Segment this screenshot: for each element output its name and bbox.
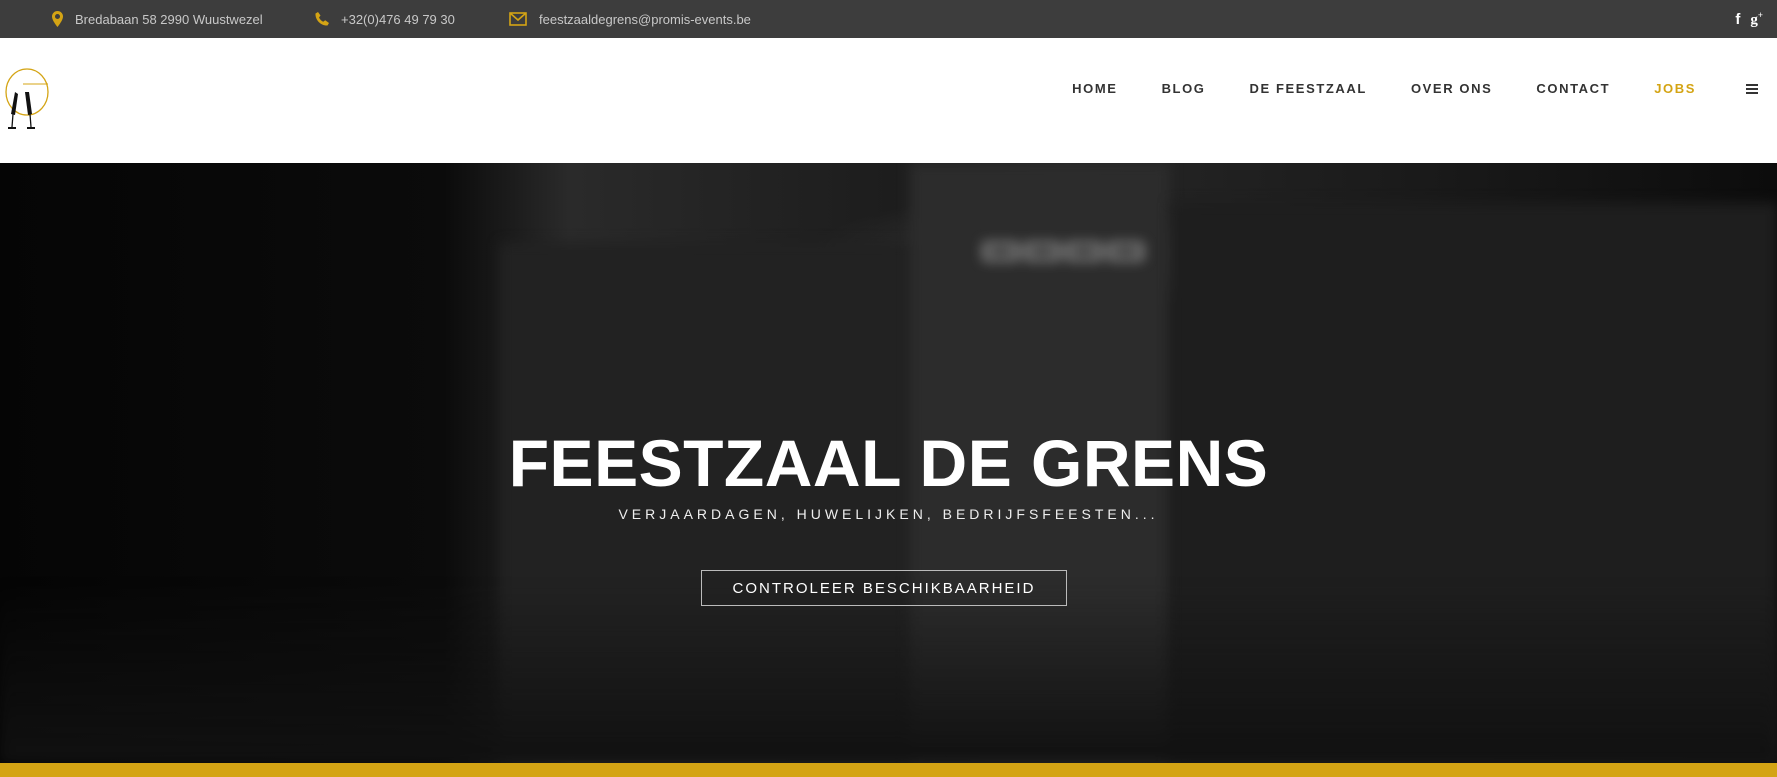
facebook-icon[interactable]: f [1735, 11, 1740, 28]
accent-bar [0, 763, 1777, 777]
hero-banner: ▭▭▭▭ FEESTZAAL DE GRENS VERJAARDAGEN, HU… [0, 163, 1777, 763]
menu-icon[interactable] [1746, 84, 1758, 94]
address: Bredabaan 58 2990 Wuustwezel [52, 0, 263, 38]
phone[interactable]: +32(0)476 49 79 30 [315, 0, 455, 38]
nav-jobs[interactable]: JOBS [1654, 81, 1696, 96]
logo[interactable] [3, 68, 49, 132]
email-text[interactable]: feestzaaldegrens@promis-events.be [539, 12, 751, 27]
nav-contact[interactable]: CONTACT [1536, 81, 1610, 96]
email[interactable]: feestzaaldegrens@promis-events.be [509, 0, 751, 38]
phone-text[interactable]: +32(0)476 49 79 30 [341, 12, 455, 27]
background-cafe-sign: ▭▭▭▭ [980, 224, 1147, 273]
google-plus-icon[interactable]: g+ [1750, 10, 1763, 29]
hero-subtitle: VERJAARDAGEN, HUWELIJKEN, BEDRIJFSFEESTE… [618, 506, 1159, 522]
nav-home[interactable]: HOME [1072, 81, 1117, 96]
address-text: Bredabaan 58 2990 Wuustwezel [75, 11, 263, 27]
main-nav: HOME BLOG DE FEESTZAAL OVER ONS CONTACT … [1028, 38, 1696, 138]
phone-icon [315, 12, 329, 26]
social-links: f g+ [1735, 0, 1763, 38]
nav-de-feestzaal[interactable]: DE FEESTZAAL [1250, 81, 1367, 96]
header: HOME BLOG DE FEESTZAAL OVER ONS CONTACT … [0, 38, 1777, 163]
nav-over-ons[interactable]: OVER ONS [1411, 81, 1492, 96]
map-marker-icon [52, 11, 63, 27]
hero-title: FEESTZAAL DE GRENS [508, 426, 1269, 500]
background-shade [0, 583, 1777, 763]
top-bar: Bredabaan 58 2990 Wuustwezel +32(0)476 4… [0, 0, 1777, 38]
check-availability-button[interactable]: CONTROLEER BESCHIKBAARHEID [701, 570, 1067, 606]
envelope-icon [509, 12, 527, 26]
nav-blog[interactable]: BLOG [1162, 81, 1206, 96]
